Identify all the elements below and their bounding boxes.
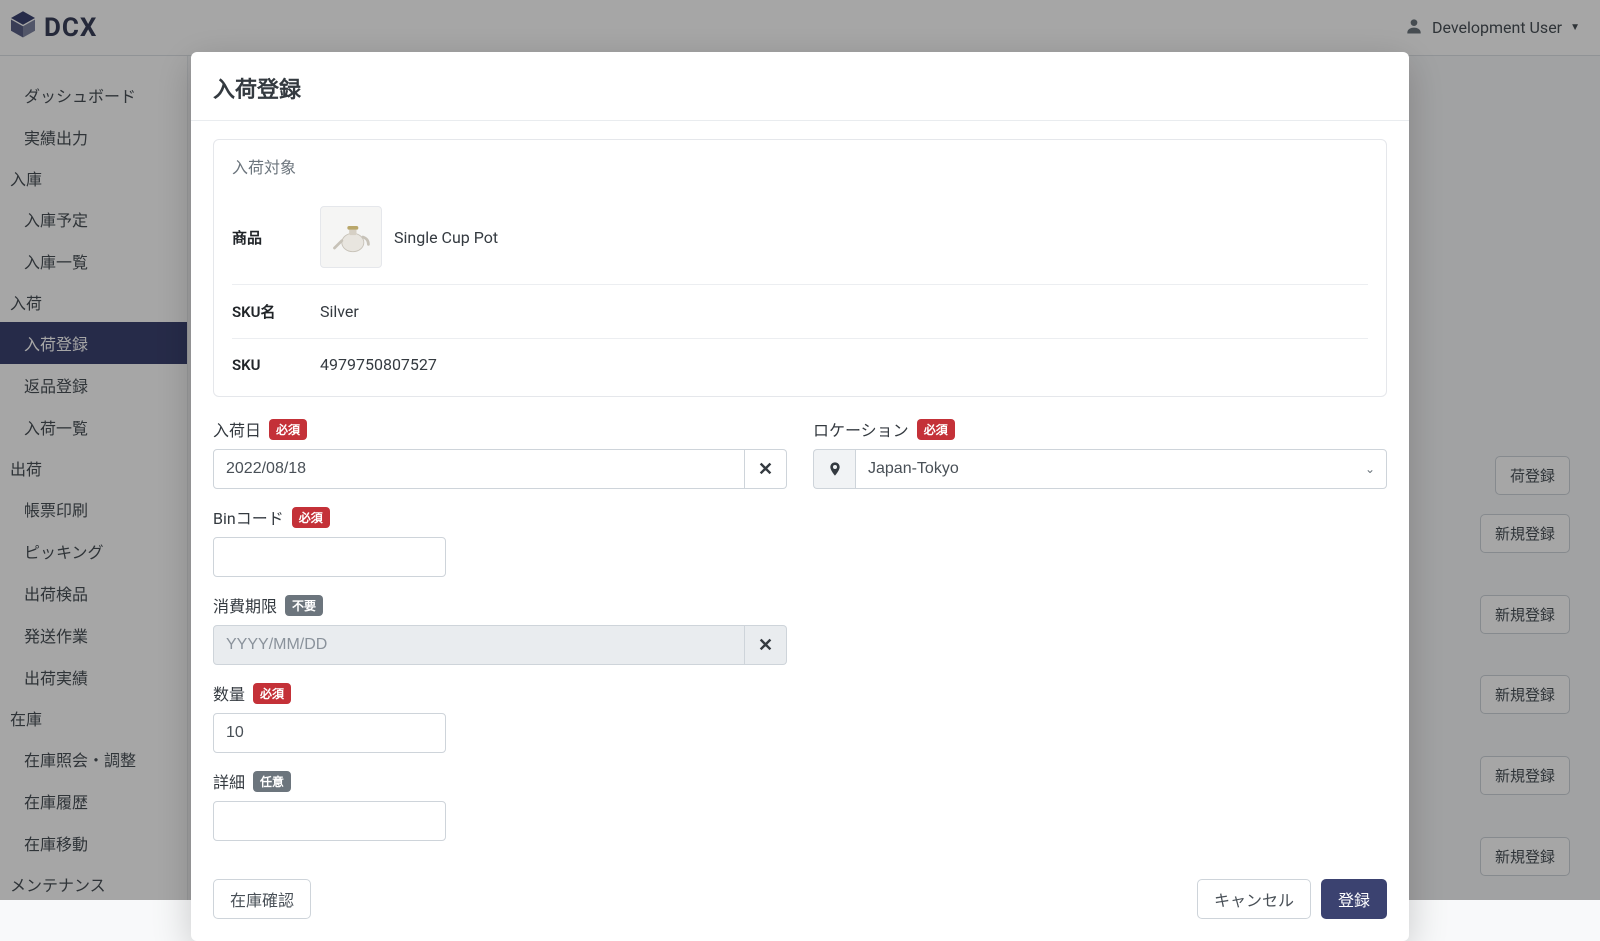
close-icon: ✕	[758, 459, 773, 480]
bin-group: Binコード 必須	[213, 505, 787, 577]
modal-title: 入荷登録	[213, 72, 1387, 104]
location-select[interactable]	[855, 449, 1387, 489]
expiry-input[interactable]	[213, 625, 745, 665]
arrival-register-modal: 入荷登録 入荷対象 商品 Single	[191, 52, 1409, 941]
clear-expiry-button[interactable]: ✕	[745, 625, 787, 665]
info-row-sku: SKU 4979750807527	[232, 339, 1368, 390]
modal-body: 入荷対象 商品 Single Cup Pot	[191, 121, 1409, 875]
close-icon: ✕	[758, 635, 773, 656]
arrival-date-group: 入荷日 必須 ✕	[213, 417, 787, 489]
required-badge: 必須	[269, 419, 307, 440]
location-prepend	[813, 449, 855, 489]
modal-footer: 在庫確認 キャンセル 登録	[191, 875, 1409, 941]
detail-label: 詳細	[213, 769, 245, 793]
stock-check-button[interactable]: 在庫確認	[213, 879, 311, 919]
quantity-group: 数量 必須	[213, 681, 787, 753]
sku-name-value: Silver	[320, 302, 359, 321]
info-label-sku: SKU	[232, 356, 320, 374]
sku-value: 4979750807527	[320, 355, 437, 374]
location-group: ロケーション 必須 ⌄	[813, 417, 1387, 489]
expiry-label: 消費期限	[213, 593, 277, 617]
optional-badge: 任意	[253, 771, 291, 792]
detail-input[interactable]	[213, 801, 446, 841]
kettle-icon	[329, 215, 373, 259]
map-pin-icon	[827, 459, 843, 479]
arrival-date-input[interactable]	[213, 449, 745, 489]
cancel-button[interactable]: キャンセル	[1197, 879, 1311, 919]
info-label-sku-name: SKU名	[232, 301, 320, 322]
clear-date-button[interactable]: ✕	[745, 449, 787, 489]
quantity-label: 数量	[213, 681, 245, 705]
not-needed-badge: 不要	[285, 595, 323, 616]
product-name: Single Cup Pot	[394, 228, 498, 247]
required-badge: 必須	[917, 419, 955, 440]
modal-header: 入荷登録	[191, 52, 1409, 121]
arrival-date-label: 入荷日	[213, 417, 261, 441]
modal-overlay[interactable]: 入荷登録 入荷対象 商品 Single	[0, 0, 1600, 900]
location-label: ロケーション	[813, 417, 909, 441]
bin-label: Binコード	[213, 505, 284, 529]
submit-button[interactable]: 登録	[1321, 879, 1387, 919]
info-row-product: 商品 Single Cup Pot	[232, 190, 1368, 285]
product-info-card: 入荷対象 商品 Single Cup Pot	[213, 139, 1387, 397]
expiry-group: 消費期限 不要 ✕	[213, 593, 787, 665]
required-badge: 必須	[253, 683, 291, 704]
bin-input[interactable]	[213, 537, 446, 577]
card-title: 入荷対象	[232, 154, 1368, 178]
info-row-sku-name: SKU名 Silver	[232, 285, 1368, 339]
detail-group: 詳細 任意	[213, 769, 1387, 841]
product-thumb	[320, 206, 382, 268]
info-label-product: 商品	[232, 227, 320, 248]
quantity-input[interactable]	[213, 713, 446, 753]
required-badge: 必須	[292, 507, 330, 528]
